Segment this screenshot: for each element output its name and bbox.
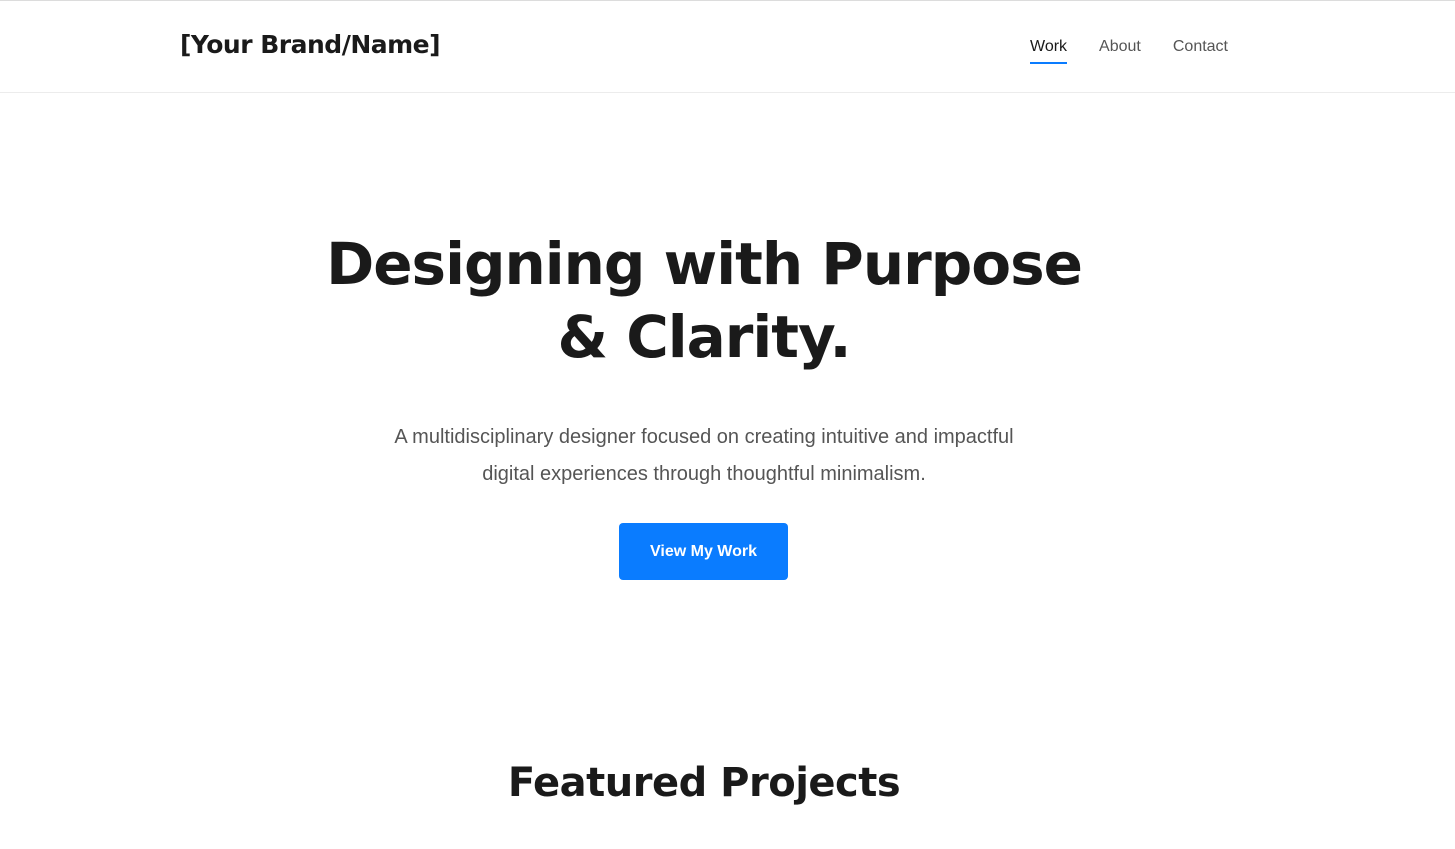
- featured-projects-heading: Featured Projects: [507, 760, 901, 806]
- hero-title-line-1: Designing with Purpose: [326, 230, 1083, 298]
- hero-title: Designing with Purpose & Clarity.: [0, 228, 1408, 374]
- hero-title-line-2: & Clarity.: [557, 303, 851, 371]
- hero-subtitle-line-1: A multidisciplinary designer focused on …: [394, 426, 1014, 448]
- hero-subtitle-line-2: digital experiences through thoughtful m…: [482, 463, 926, 485]
- brand-logo[interactable]: [Your Brand/Name]: [180, 30, 441, 59]
- nav-link-contact[interactable]: Contact: [1173, 38, 1228, 62]
- hero-subtitle: A multidisciplinary designer focused on …: [364, 419, 1044, 493]
- nav-link-work[interactable]: Work: [1030, 38, 1068, 64]
- nav-link-about[interactable]: About: [1099, 38, 1141, 62]
- main-nav: Work About Contact: [1030, 38, 1228, 64]
- view-my-work-button[interactable]: View My Work: [619, 523, 788, 580]
- site-header: [Your Brand/Name] Work About Contact: [0, 1, 1455, 93]
